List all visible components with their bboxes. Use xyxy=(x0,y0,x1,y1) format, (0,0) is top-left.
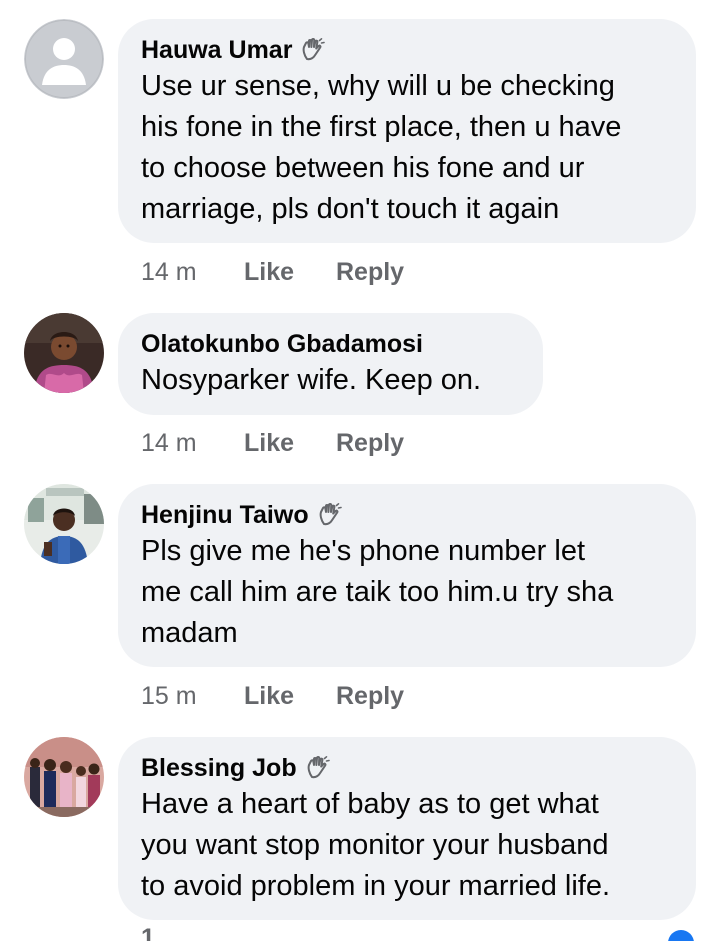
like-button[interactable]: Like xyxy=(244,258,336,287)
reply-button[interactable]: Reply xyxy=(336,429,404,458)
like-button[interactable]: Like xyxy=(244,429,336,458)
reply-button[interactable]: Reply xyxy=(336,258,404,287)
comment-text: Have a heart of baby as to get what you … xyxy=(141,788,611,902)
comment-text: Use ur sense, why will u be checking his… xyxy=(141,70,622,225)
author-name[interactable]: Olatokunbo Gbadamosi xyxy=(141,329,423,359)
author-name[interactable]: Hauwa Umar xyxy=(141,35,292,65)
avatar[interactable] xyxy=(24,313,104,393)
comment-author[interactable]: Henjinu Taiwo xyxy=(141,500,672,530)
comment-time[interactable]: 14 m xyxy=(141,258,244,287)
avatar-placeholder[interactable] xyxy=(24,19,104,99)
comment-thread: Hauwa Umar Use ur sense, why will u be c… xyxy=(0,0,720,941)
default-profile-icon xyxy=(24,19,104,99)
like-button[interactable]: Like xyxy=(244,682,336,711)
comment-author[interactable]: Olatokunbo Gbadamosi xyxy=(141,329,519,359)
comment-time[interactable]: 14 m xyxy=(141,429,244,458)
author-name[interactable]: Blessing Job xyxy=(141,753,297,783)
comment-actions: 14 m Like Reply xyxy=(141,427,404,459)
comment-bubble: Olatokunbo Gbadamosi Nosyparker wife. Ke… xyxy=(118,313,543,415)
comment-author[interactable]: Hauwa Umar xyxy=(141,35,672,65)
comment-actions: 14 m Like Reply xyxy=(141,256,404,288)
comment-bubble: Blessing Job Have a heart of baby as to … xyxy=(118,737,696,920)
profile-photo xyxy=(24,737,104,817)
author-name[interactable]: Henjinu Taiwo xyxy=(141,500,309,530)
comment-text: Nosyparker wife. Keep on. xyxy=(141,364,482,396)
comment-actions: 15 m Like Reply xyxy=(141,680,404,712)
comment-time[interactable]: 15 m xyxy=(141,682,244,711)
avatar[interactable] xyxy=(24,484,104,564)
comment-text: Pls give me he's phone number let me cal… xyxy=(141,535,614,649)
profile-photo xyxy=(24,313,104,393)
avatar[interactable] xyxy=(24,737,104,817)
waving-hand-icon xyxy=(317,502,343,528)
comment-bubble: Henjinu Taiwo Pls give me he's phone num… xyxy=(118,484,696,667)
comment-author[interactable]: Blessing Job xyxy=(141,753,672,783)
reply-button[interactable]: Reply xyxy=(336,682,404,711)
waving-hand-icon xyxy=(305,755,331,781)
waving-hand-icon xyxy=(300,37,326,63)
comment-bubble: Hauwa Umar Use ur sense, why will u be c… xyxy=(118,19,696,243)
comment-actions-cropped: 1 xyxy=(0,928,720,941)
profile-photo xyxy=(24,484,104,564)
comment-time: 1 xyxy=(141,928,155,941)
